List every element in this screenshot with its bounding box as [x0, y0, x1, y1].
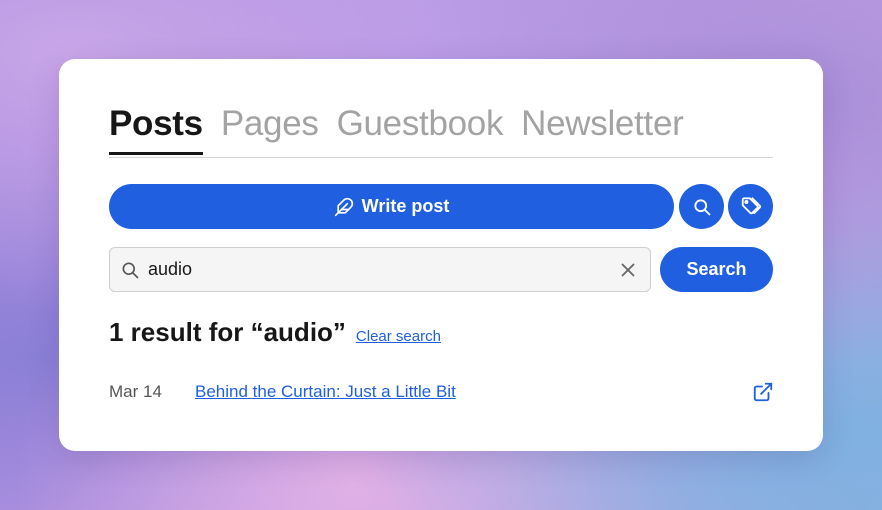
- search-button[interactable]: Search: [660, 247, 773, 292]
- external-link-icon[interactable]: [751, 380, 775, 404]
- tags-button[interactable]: [728, 184, 773, 229]
- post-title-link[interactable]: Behind the Curtain: Just a Little Bit: [195, 382, 751, 402]
- close-icon[interactable]: [620, 262, 636, 278]
- clear-search-link[interactable]: Clear search: [356, 328, 441, 345]
- search-field[interactable]: [109, 247, 651, 292]
- search-field-icon: [120, 260, 140, 280]
- results-header: 1 result for “audio” Clear search: [109, 317, 441, 348]
- write-post-button[interactable]: Write post: [109, 184, 674, 229]
- results-heading: 1 result for “audio”: [109, 317, 346, 347]
- posts-panel: Posts Pages Guestbook Newsletter Write p…: [59, 59, 823, 451]
- tags-icon: [740, 196, 762, 218]
- search-input[interactable]: [148, 249, 620, 290]
- search-icon: [692, 197, 712, 217]
- list-item: Mar 14 Behind the Curtain: Just a Little…: [109, 377, 775, 407]
- search-toggle-button[interactable]: [679, 184, 724, 229]
- tab-guestbook[interactable]: Guestbook: [337, 97, 504, 155]
- write-post-label: Write post: [361, 196, 450, 216]
- tab-newsletter[interactable]: Newsletter: [521, 97, 684, 155]
- tab-posts[interactable]: Posts: [109, 97, 203, 155]
- tab-pages[interactable]: Pages: [221, 97, 319, 155]
- post-date: Mar 14: [109, 382, 162, 401]
- tab-bar: Posts Pages Guestbook Newsletter: [109, 97, 773, 158]
- feather-icon: [334, 197, 354, 217]
